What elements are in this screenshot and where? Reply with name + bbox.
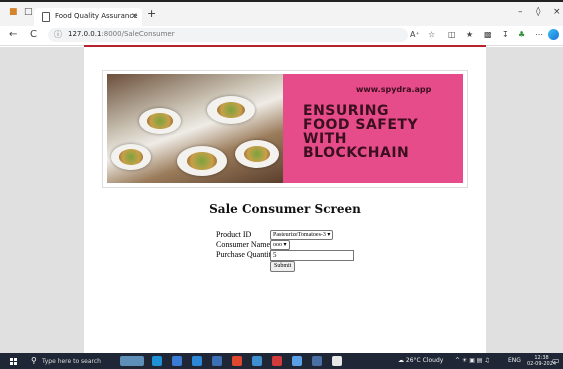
tab-actions-icon[interactable]: □ <box>24 7 33 17</box>
product-id-select[interactable]: PasteurizeTomatoes-3 ▾ <box>270 230 334 240</box>
more-menu-icon[interactable]: ⋯ <box>535 30 543 39</box>
collections-icon[interactable]: ▩ <box>484 30 492 39</box>
news-widget-icon[interactable] <box>120 356 144 366</box>
weather-widget[interactable]: ☁ 26°C Cloudy <box>398 357 443 364</box>
task-view-icon[interactable] <box>172 356 182 366</box>
extensions-icon[interactable]: ♣ <box>518 30 525 39</box>
consumer-name-value: ooo <box>273 242 282 248</box>
tab-close-icon[interactable]: × <box>131 11 138 20</box>
tab-title: Food Quality Assurance <box>55 12 138 20</box>
chrome-icon[interactable] <box>232 356 242 366</box>
purchase-quantity-label: Purchase Quantity <box>216 250 275 259</box>
right-gutter <box>486 47 563 353</box>
chevron-down-icon: ▾ <box>283 242 287 248</box>
food-plate <box>207 96 255 124</box>
product-id-label: Product ID <box>216 230 252 239</box>
mail-icon[interactable] <box>212 356 222 366</box>
app-icon[interactable] <box>312 356 322 366</box>
url-text: 127.0.0.1:8000/SaleConsumer <box>68 30 175 38</box>
windows-start-icon[interactable] <box>10 358 17 365</box>
header-accent-line <box>84 45 486 47</box>
tab-food-quality[interactable]: Food Quality Assurance × <box>34 8 142 28</box>
downloads-icon[interactable]: ↧ <box>502 30 509 39</box>
slogan-line: ENSURING <box>303 103 389 119</box>
copilot-icon[interactable] <box>548 29 559 40</box>
banner-site-url: www.spydra.app <box>356 85 432 94</box>
address-bar: ← C ⓘ 127.0.0.1:8000/SaleConsumer A⁺ ☆ ◫… <box>0 26 563 46</box>
food-plate <box>111 144 151 170</box>
weather-text: 26°C Cloudy <box>405 357 444 364</box>
notifications-icon[interactable]: ▭ <box>552 356 560 365</box>
favorites-icon[interactable]: ★ <box>466 30 473 39</box>
language-indicator[interactable]: ENG <box>508 357 521 364</box>
taskbar-search[interactable]: ⚲ Type here to search <box>24 354 114 368</box>
restore-button[interactable]: ◊ <box>536 7 540 17</box>
favorite-star-icon[interactable]: ☆ <box>428 30 435 39</box>
profile-icon[interactable]: ■ <box>9 7 18 17</box>
back-icon[interactable]: ← <box>9 29 17 40</box>
minimize-button[interactable]: – <box>518 7 523 17</box>
vscode-icon[interactable] <box>252 356 262 366</box>
search-icon: ⚲ <box>31 356 37 365</box>
split-screen-icon[interactable]: ◫ <box>448 30 456 39</box>
url-path: :8000/SaleConsumer <box>101 30 175 38</box>
purchase-quantity-input[interactable]: 5 <box>270 250 354 261</box>
site-info-icon[interactable]: ⓘ <box>54 29 62 40</box>
tab-bar: ■ □ Food Quality Assurance × + – ◊ × <box>0 2 563 28</box>
food-plate <box>235 140 279 168</box>
read-aloud-icon[interactable]: A⁺ <box>410 30 420 39</box>
close-window-button[interactable]: × <box>553 7 561 17</box>
slogan-line: FOOD SAFETY <box>303 117 419 133</box>
consumer-name-label: Consumer Name <box>216 240 270 249</box>
food-plate <box>139 108 181 134</box>
page-icon <box>42 12 50 22</box>
page-title: Sale Consumer Screen <box>209 202 361 216</box>
food-photo <box>107 74 283 183</box>
taskbar-search-placeholder: Type here to search <box>42 358 101 365</box>
terminal-icon[interactable] <box>332 356 342 366</box>
edge-taskbar-icon[interactable] <box>152 356 162 366</box>
url-host: 127.0.0.1 <box>68 30 102 38</box>
url-field[interactable]: ⓘ 127.0.0.1:8000/SaleConsumer <box>48 28 408 42</box>
left-gutter <box>0 47 84 353</box>
system-tray-icons[interactable]: ^ ☀ ▣ ▤ ♫ <box>455 357 490 364</box>
cloud-icon: ☁ <box>398 357 404 364</box>
reload-icon[interactable]: C <box>30 29 37 40</box>
slogan-line: WITH <box>303 131 347 147</box>
app-icon[interactable] <box>292 356 302 366</box>
banner: www.spydra.app ENSURING FOOD SAFETY WITH… <box>102 70 468 188</box>
taskbar: ⚲ Type here to search ☁ 26°C Cloudy ^ ☀ … <box>0 353 563 369</box>
food-plate <box>177 146 227 176</box>
submit-button[interactable]: Submit <box>270 261 296 272</box>
product-id-value: PasteurizeTomatoes-3 <box>273 232 326 238</box>
banner-image: www.spydra.app ENSURING FOOD SAFETY WITH… <box>107 74 463 183</box>
store-icon[interactable] <box>192 356 202 366</box>
chevron-down-icon: ▾ <box>327 232 331 238</box>
slogan-line: BLOCKCHAIN <box>303 145 410 161</box>
banner-slogan: ENSURING FOOD SAFETY WITH BLOCKCHAIN <box>303 104 463 160</box>
consumer-name-select[interactable]: ooo ▾ <box>270 240 290 250</box>
app-icon[interactable] <box>272 356 282 366</box>
new-tab-button[interactable]: + <box>147 7 156 20</box>
